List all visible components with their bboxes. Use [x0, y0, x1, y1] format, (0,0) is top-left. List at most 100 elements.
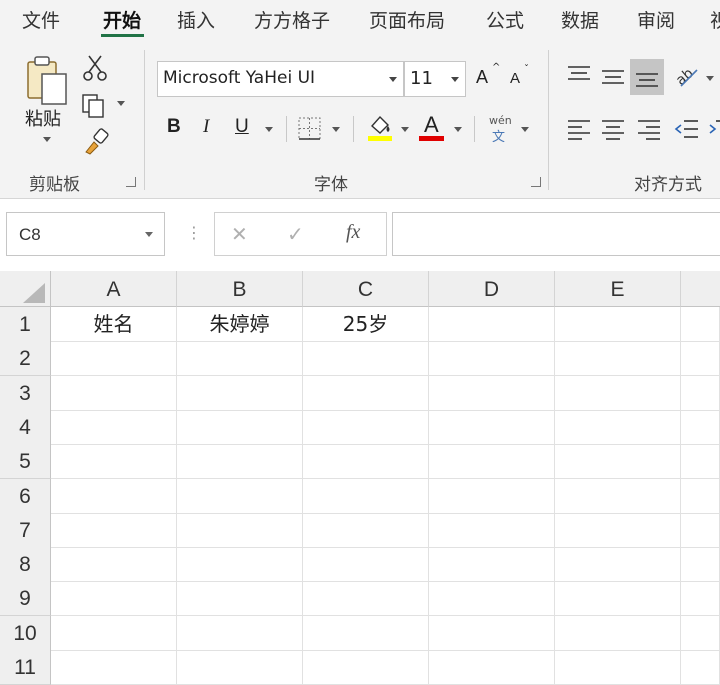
font-color-button[interactable]: A: [424, 112, 439, 138]
column-header-f[interactable]: [681, 271, 720, 307]
cell-e8[interactable]: [555, 547, 681, 582]
align-right-icon[interactable]: [636, 118, 662, 140]
copy-dropdown-icon[interactable]: [117, 101, 125, 106]
cell-c7[interactable]: [303, 513, 429, 548]
font-name-select[interactable]: Microsoft YaHei UI: [157, 61, 404, 97]
font-color-dropdown-icon[interactable]: [454, 127, 462, 132]
italic-button[interactable]: I: [203, 116, 209, 138]
row-header-2[interactable]: 2: [0, 341, 51, 376]
cell-d5[interactable]: [429, 444, 555, 479]
cell-e2[interactable]: [555, 341, 681, 376]
cell-d9[interactable]: [429, 581, 555, 616]
cell-b11[interactable]: [177, 650, 303, 685]
cut-icon[interactable]: [82, 54, 108, 82]
cell-e9[interactable]: [555, 581, 681, 616]
row-header-4[interactable]: 4: [0, 410, 51, 445]
cell-e4[interactable]: [555, 410, 681, 445]
cell-f10[interactable]: [681, 616, 720, 651]
cell-c1[interactable]: 25岁: [303, 307, 429, 342]
tab-review[interactable]: 审阅: [637, 6, 675, 33]
tab-insert[interactable]: 插入: [177, 6, 215, 33]
orientation-dropdown-icon[interactable]: [706, 76, 714, 81]
cell-e10[interactable]: [555, 616, 681, 651]
cell-f9[interactable]: [681, 581, 720, 616]
align-center-icon[interactable]: [600, 118, 626, 140]
format-painter-icon[interactable]: [82, 128, 110, 156]
borders-icon[interactable]: [297, 116, 323, 142]
insert-function-icon[interactable]: fx: [346, 221, 360, 244]
name-box[interactable]: C8: [6, 212, 165, 256]
cell-c6[interactable]: [303, 479, 429, 514]
cell-d4[interactable]: [429, 410, 555, 445]
align-middle-icon[interactable]: [600, 68, 626, 90]
cell-f4[interactable]: [681, 410, 720, 445]
cell-c11[interactable]: [303, 650, 429, 685]
cell-d7[interactable]: [429, 513, 555, 548]
column-header-b[interactable]: B: [177, 271, 303, 307]
cell-b4[interactable]: [177, 410, 303, 445]
cell-e5[interactable]: [555, 444, 681, 479]
cell-a1[interactable]: 姓名: [51, 307, 177, 342]
bold-button[interactable]: B: [167, 116, 181, 138]
column-header-d[interactable]: D: [429, 271, 555, 307]
row-header-1[interactable]: 1: [0, 307, 51, 342]
column-header-a[interactable]: A: [51, 271, 177, 307]
enter-icon[interactable]: ✓: [287, 222, 304, 246]
cell-f6[interactable]: [681, 479, 720, 514]
row-header-3[interactable]: 3: [0, 376, 51, 411]
paste-dropdown-icon[interactable]: [43, 137, 51, 142]
cell-f8[interactable]: [681, 547, 720, 582]
cell-d8[interactable]: [429, 547, 555, 582]
cell-d11[interactable]: [429, 650, 555, 685]
cell-a9[interactable]: [51, 581, 177, 616]
select-all-button[interactable]: [0, 271, 51, 307]
cell-c3[interactable]: [303, 376, 429, 411]
cell-f1[interactable]: [681, 307, 720, 342]
row-header-10[interactable]: 10: [0, 616, 51, 651]
cell-a3[interactable]: [51, 376, 177, 411]
column-header-e[interactable]: E: [555, 271, 681, 307]
fill-color-icon[interactable]: [366, 112, 394, 142]
cell-d3[interactable]: [429, 376, 555, 411]
tab-file[interactable]: 文件: [22, 6, 60, 33]
column-header-c[interactable]: C: [303, 271, 429, 307]
cell-b6[interactable]: [177, 479, 303, 514]
font-size-select[interactable]: 11: [404, 61, 466, 97]
cell-c4[interactable]: [303, 410, 429, 445]
fill-color-dropdown-icon[interactable]: [401, 127, 409, 132]
grow-font-button[interactable]: A: [476, 67, 488, 88]
cell-c8[interactable]: [303, 547, 429, 582]
resize-handle-icon[interactable]: ⋮: [186, 223, 202, 242]
increase-indent-icon[interactable]: [708, 118, 720, 140]
align-bottom-button[interactable]: [630, 59, 664, 95]
cell-d10[interactable]: [429, 616, 555, 651]
tab-data[interactable]: 数据: [561, 6, 599, 33]
cell-a2[interactable]: [51, 341, 177, 376]
cell-b3[interactable]: [177, 376, 303, 411]
cell-b8[interactable]: [177, 547, 303, 582]
cell-f2[interactable]: [681, 341, 720, 376]
cell-e11[interactable]: [555, 650, 681, 685]
underline-dropdown-icon[interactable]: [265, 127, 273, 132]
cell-a7[interactable]: [51, 513, 177, 548]
cell-c2[interactable]: [303, 341, 429, 376]
clipboard-launcher-icon[interactable]: [126, 177, 136, 187]
borders-dropdown-icon[interactable]: [332, 127, 340, 132]
cell-b2[interactable]: [177, 341, 303, 376]
tab-fangfang-gezi[interactable]: 方方格子: [254, 6, 330, 33]
cell-f3[interactable]: [681, 376, 720, 411]
cell-f5[interactable]: [681, 444, 720, 479]
row-header-11[interactable]: 11: [0, 650, 51, 685]
align-top-icon[interactable]: [566, 64, 592, 86]
tab-home[interactable]: 开始: [103, 6, 141, 33]
align-left-icon[interactable]: [566, 118, 592, 140]
cell-b10[interactable]: [177, 616, 303, 651]
cell-d1[interactable]: [429, 307, 555, 342]
cell-a8[interactable]: [51, 547, 177, 582]
cell-b7[interactable]: [177, 513, 303, 548]
cell-c10[interactable]: [303, 616, 429, 651]
font-launcher-icon[interactable]: [531, 177, 541, 187]
cell-f7[interactable]: [681, 513, 720, 548]
cell-e6[interactable]: [555, 479, 681, 514]
row-header-9[interactable]: 9: [0, 581, 51, 616]
